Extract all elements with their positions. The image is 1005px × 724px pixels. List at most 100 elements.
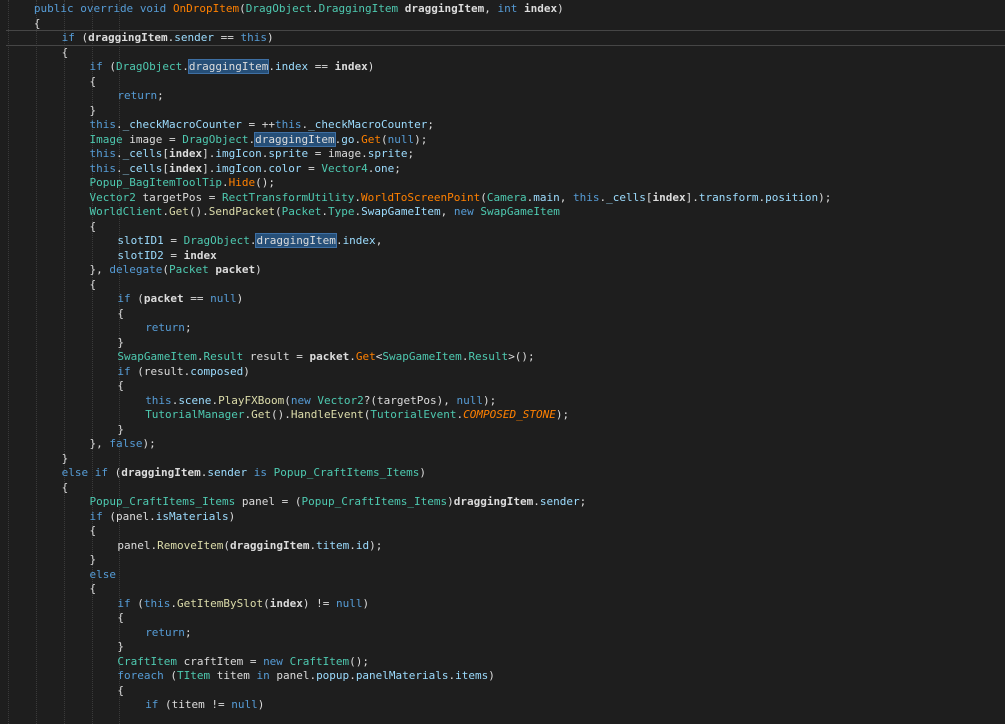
code-token: SendPacket	[208, 205, 275, 218]
code-token: >();	[508, 350, 535, 363]
code-token: override	[80, 2, 134, 15]
code-token: ) !=	[302, 596, 336, 610]
code-token: );	[555, 408, 570, 421]
code-token: sender	[207, 466, 248, 479]
code-token: )	[419, 466, 426, 479]
code-token: index	[183, 248, 217, 262]
code-token: ].	[202, 161, 216, 175]
code-token: {	[89, 524, 97, 537]
code-token: DraggingItem	[318, 2, 399, 15]
code-token: .	[162, 205, 169, 218]
code-token: (	[162, 263, 169, 276]
code-token: panel.	[117, 538, 158, 552]
code-token: Hide	[228, 176, 256, 189]
code-token: )	[228, 509, 236, 523]
code-token: this	[143, 596, 171, 610]
code-token: )	[255, 263, 262, 276]
code-token: (	[274, 205, 282, 218]
code-token: );	[142, 437, 156, 450]
code-token: index	[652, 190, 686, 204]
code-token: ].	[685, 190, 699, 204]
code-token: position	[765, 190, 819, 204]
code-token: titem	[316, 538, 350, 552]
code-token: null	[335, 596, 363, 610]
code-token: imgIcon	[215, 161, 262, 175]
code-token: packet	[309, 350, 350, 363]
code-token: panelMaterials	[355, 669, 449, 682]
code-token: (	[163, 669, 177, 682]
code-token: (	[130, 596, 144, 610]
code-token: {	[89, 74, 97, 88]
code-token: this	[89, 118, 117, 131]
code-token: = image.	[308, 147, 368, 160]
code-token: if	[117, 596, 131, 610]
code-token: if	[117, 292, 131, 305]
code-token: index	[524, 2, 558, 15]
code-token: index	[334, 60, 368, 73]
code-token: );	[483, 393, 497, 407]
highlighted-token: draggingItem	[255, 233, 337, 248]
code-token: DragObject	[116, 60, 183, 73]
code-token: Get	[169, 205, 189, 218]
code-token: );	[414, 132, 428, 146]
code-token: SwapGameItem	[480, 205, 560, 218]
code-token: (panel.	[102, 509, 156, 523]
code-token: Get	[355, 350, 376, 363]
code-token: Popup_CraftItems_Items	[89, 495, 236, 508]
code-token: main	[533, 190, 560, 204]
code-token: index	[169, 147, 203, 160]
code-editor[interactable]: public override void OnDropItem(DragObje…	[0, 0, 1005, 724]
code-token: {	[89, 277, 97, 291]
code-token: SwapGameItem	[382, 350, 462, 363]
code-token: craftItem =	[176, 654, 264, 668]
code-token: TutorialManager	[145, 408, 245, 421]
code-token: )	[236, 292, 244, 305]
code-token: isMaterials	[155, 509, 229, 523]
code-token: draggingItem	[404, 2, 485, 15]
code-token: }	[61, 451, 69, 465]
code-token: Get	[251, 408, 272, 421]
code-token: if	[89, 509, 103, 523]
code-token: ;	[184, 625, 192, 639]
code-token: draggingItem	[121, 466, 201, 479]
code-token: if	[89, 60, 103, 73]
code-token: ,	[375, 234, 383, 247]
code-token: (	[263, 596, 270, 610]
code-token: result =	[243, 350, 310, 363]
code-token: .	[182, 60, 189, 73]
code-token: },	[89, 263, 110, 276]
code-token: Popup_CraftItems_Items	[301, 495, 448, 508]
code-token: .	[335, 234, 343, 247]
code-token: {	[89, 582, 97, 595]
code-token: RemoveItem	[157, 538, 224, 552]
code-token: DragObject	[182, 132, 249, 146]
code-token: new	[290, 393, 311, 407]
code-line[interactable]: if (titem != null)	[0, 697, 1005, 713]
code-token: = ++	[241, 118, 275, 131]
code-token: Get	[361, 132, 381, 146]
code-token: {	[117, 611, 124, 624]
code-token: this	[573, 190, 600, 204]
code-token: Packet	[281, 205, 322, 218]
code-token: _cells	[122, 147, 163, 160]
code-token: =	[301, 161, 322, 175]
code-token: Type	[327, 205, 355, 218]
code-token: {	[117, 379, 124, 392]
code-token: .	[221, 176, 229, 189]
code-token: sender	[539, 495, 580, 508]
code-token: popup	[316, 669, 350, 682]
code-token: ;	[184, 321, 192, 334]
code-token: ;	[394, 161, 401, 175]
code-token: color	[268, 161, 302, 175]
code-token: )	[557, 2, 564, 15]
code-token: ,	[484, 2, 498, 15]
code-token: ;	[407, 147, 415, 160]
code-token: is	[253, 466, 268, 479]
code-token: foreach	[117, 669, 164, 682]
code-token: ==	[214, 31, 241, 44]
code-token: =	[163, 248, 184, 262]
